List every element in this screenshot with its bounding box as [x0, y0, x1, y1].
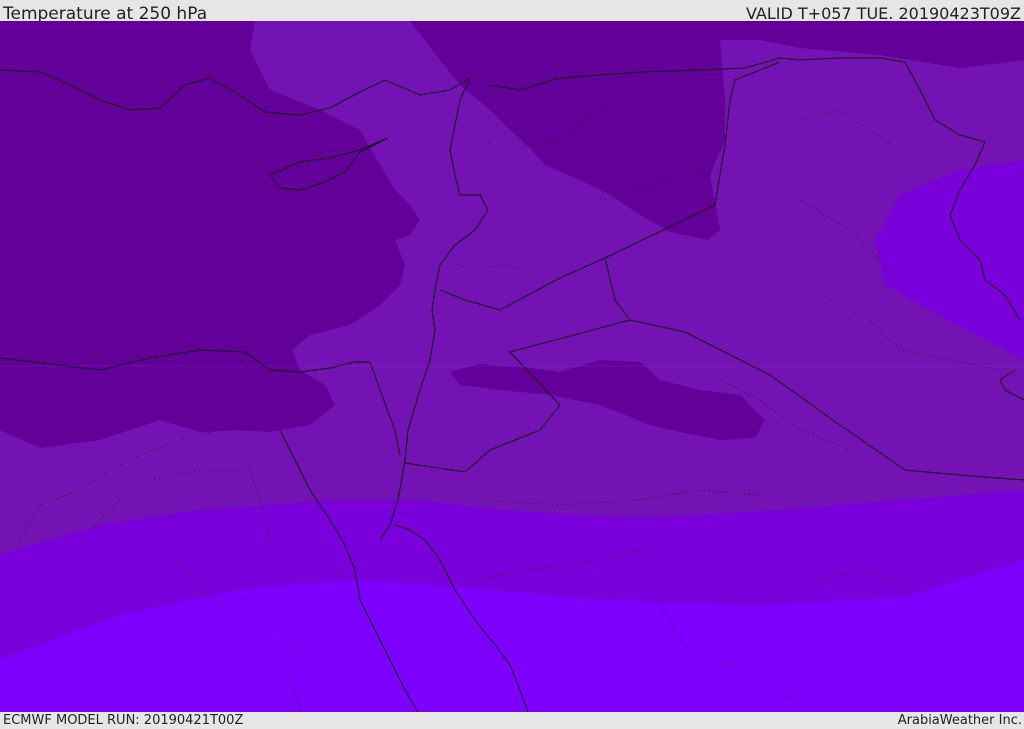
footer-bar: ECMWF MODEL RUN: 20190421T00Z ArabiaWeat… [0, 712, 1024, 729]
header-bar: Temperature at 250 hPa VALID T+057 TUE. … [0, 0, 1024, 24]
model-run: ECMWF MODEL RUN: 20190421T00Z [3, 713, 244, 728]
temperature-map [0, 21, 1024, 712]
credit-text: ArabiaWeather Inc. [897, 713, 1022, 728]
